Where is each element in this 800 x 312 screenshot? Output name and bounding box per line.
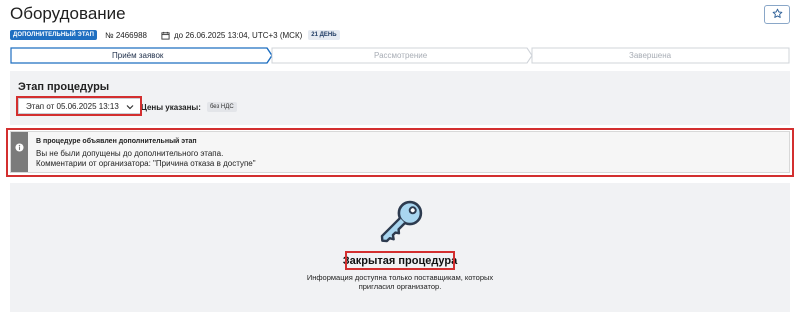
procedure-number: № 2466988 xyxy=(105,30,147,40)
days-badge: 21 ДЕНЬ xyxy=(308,30,340,40)
section-title: Этап процедуры xyxy=(18,81,110,93)
prices-label: Цены указаны: xyxy=(141,102,201,112)
calendar-icon xyxy=(161,31,170,40)
stage-badge: ДОПОЛНИТЕЛЬНЫЙ ЭТАП xyxy=(10,30,98,40)
page-title: Оборудование xyxy=(10,4,126,23)
highlight-closed-title xyxy=(345,251,455,270)
prices-info: Цены указаны: без НДС xyxy=(141,102,237,112)
deadline-text: до 26.06.2025 13:04, UTC+3 (МСК) xyxy=(173,30,303,40)
closed-procedure-panel: Закрытая процедура Информация доступна т… xyxy=(10,183,790,312)
vat-badge: без НДС xyxy=(206,102,237,112)
procedure-meta: ДОПОЛНИТЕЛЬНЫЙ ЭТАП № 2466988 до 26.06.2… xyxy=(10,28,340,42)
highlight-stage-select xyxy=(16,96,142,116)
key-icon xyxy=(375,195,425,256)
star-icon xyxy=(772,6,783,24)
favorite-button[interactable] xyxy=(764,5,790,24)
step-review: Рассмотрение xyxy=(374,51,428,60)
highlight-alert xyxy=(6,128,794,177)
step-receiving: Приём заявок xyxy=(112,51,164,60)
procedure-steps: Приём заявок Рассмотрение Завершена xyxy=(10,47,790,64)
closed-procedure-text-1: Информация доступна только поставщикам, … xyxy=(306,273,494,282)
step-finished: Завершена xyxy=(629,51,672,60)
closed-procedure-text-2: пригласил организатор. xyxy=(358,282,442,291)
